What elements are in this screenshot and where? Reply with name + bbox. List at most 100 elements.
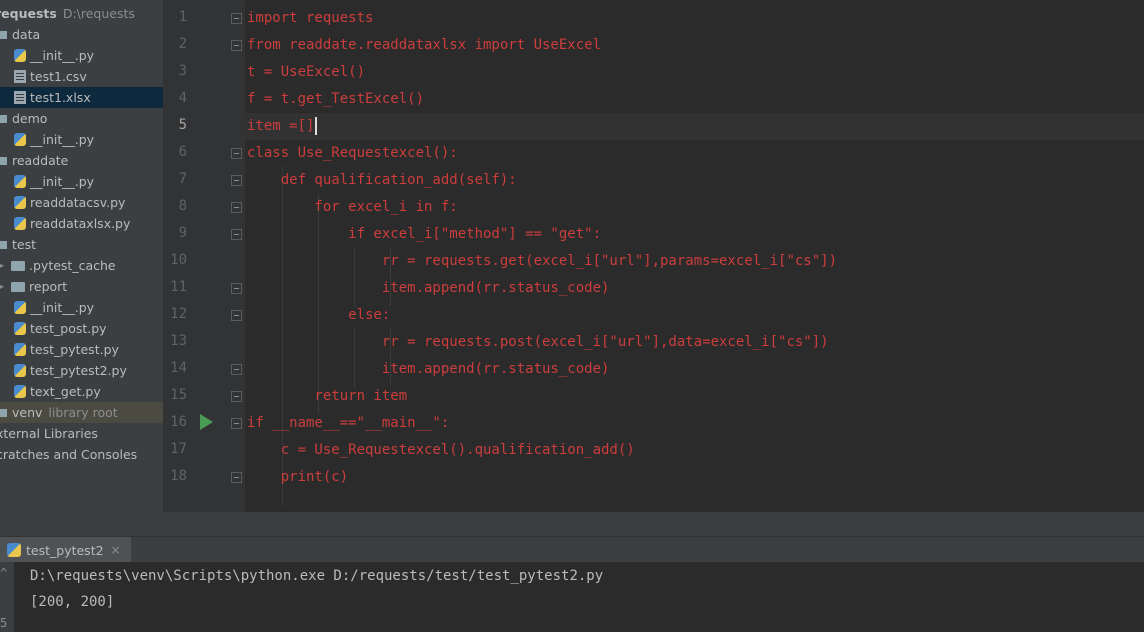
tree-item-label: readdatacsv.py — [30, 195, 126, 210]
tree-item-label: __init__.py — [30, 174, 95, 189]
tree-item[interactable]: __init__.py — [0, 45, 163, 66]
fold-marker-icon[interactable] — [231, 418, 242, 429]
fold-marker-icon[interactable] — [231, 13, 242, 24]
python-file-icon — [14, 49, 26, 62]
tree-item[interactable]: readdatacsv.py — [0, 192, 163, 213]
scroll-up-icon[interactable]: ^ — [0, 566, 7, 580]
tree-item[interactable]: data — [0, 24, 163, 45]
tree-item[interactable]: test1.xlsx — [0, 87, 163, 108]
tree-item[interactable]: xternal Libraries — [0, 423, 163, 444]
fold-marker-icon[interactable] — [231, 148, 242, 159]
tree-item-label: test1.xlsx — [30, 90, 91, 105]
expand-arrow-icon[interactable]: ▸ — [0, 282, 4, 291]
code-line[interactable]: f = t.get_TestExcel() — [247, 86, 424, 113]
code-line[interactable]: else: — [247, 302, 390, 329]
code-line[interactable]: item.append(rr.status_code) — [247, 275, 610, 302]
fold-marker-icon[interactable] — [231, 391, 242, 402]
run-gutter-icon[interactable] — [200, 414, 213, 430]
fold-marker-icon[interactable] — [231, 229, 242, 240]
line-number: 13 — [170, 333, 187, 349]
tree-item[interactable]: test_pytest2.py — [0, 360, 163, 381]
python-file-icon — [14, 301, 26, 314]
project-root[interactable]: requests D:\requests — [0, 3, 163, 24]
tree-item[interactable]: demo — [0, 108, 163, 129]
code-line[interactable]: def qualification_add(self): — [247, 167, 517, 194]
run-tab-label: test_pytest2 — [26, 542, 104, 558]
line-number: 12 — [170, 306, 187, 322]
code-line[interactable]: from readdate.readdataxlsx import UseExc… — [247, 32, 601, 59]
code-line[interactable]: print(c) — [247, 464, 348, 491]
code-line[interactable]: if excel_i["method"] == "get": — [247, 221, 601, 248]
code-line[interactable]: t = UseExcel() — [247, 59, 365, 86]
line-number: 7 — [178, 171, 187, 187]
line-number: 5 — [178, 117, 187, 133]
tree-item[interactable]: venv library root — [0, 402, 163, 423]
tree-item-note: library root — [48, 405, 118, 420]
run-tab-test-pytest2[interactable]: test_pytest2 × — [0, 537, 131, 563]
tree-item[interactable]: test_pytest.py — [0, 339, 163, 360]
tree-item[interactable]: test_post.py — [0, 318, 163, 339]
python-file-icon — [14, 364, 26, 377]
folder-icon — [0, 30, 7, 39]
code-line[interactable]: item.append(rr.status_code) — [247, 356, 610, 383]
python-file-icon — [14, 322, 26, 335]
tree-item-label: venv — [12, 405, 43, 420]
code-line[interactable]: c = Use_Requestexcel().qualification_add… — [247, 437, 635, 464]
line-number: 10 — [170, 252, 187, 268]
close-icon[interactable]: × — [111, 543, 121, 557]
tree-item[interactable]: __init__.py — [0, 171, 163, 192]
tree-item-label: __init__.py — [30, 300, 95, 315]
line-number: 18 — [170, 468, 187, 484]
line-number: 9 — [178, 225, 187, 241]
expand-arrow-icon[interactable]: ▸ — [0, 261, 4, 270]
fold-marker-icon[interactable] — [231, 40, 242, 51]
tree-item[interactable]: ▸ report — [0, 276, 163, 297]
python-file-icon — [14, 217, 26, 230]
code-line[interactable]: item =[] — [247, 113, 314, 140]
fold-marker-icon[interactable] — [231, 202, 242, 213]
tree-item[interactable]: readdataxlsx.py — [0, 213, 163, 234]
fold-marker-icon[interactable] — [231, 175, 242, 186]
tree-item-label: readdataxlsx.py — [30, 216, 131, 231]
text-caret — [315, 117, 317, 135]
code-line[interactable]: return item — [247, 383, 407, 410]
tree-item[interactable]: __init__.py — [0, 297, 163, 318]
fold-marker-icon[interactable] — [231, 364, 242, 375]
tree-item-label: text_get.py — [30, 384, 101, 399]
tree-item-label: readdate — [12, 153, 69, 168]
project-root-name: requests — [0, 6, 57, 21]
fold-marker-icon[interactable] — [231, 283, 242, 294]
code-line[interactable]: rr = requests.get(excel_i["url"],params=… — [247, 248, 837, 275]
tree-item[interactable]: __init__.py — [0, 129, 163, 150]
tree-item[interactable]: text_get.py — [0, 381, 163, 402]
tree-item[interactable]: cratches and Consoles — [0, 444, 163, 465]
tree-item[interactable]: ▸ .pytest_cache — [0, 255, 163, 276]
tree-item[interactable]: readdate — [0, 150, 163, 171]
tree-item[interactable]: test — [0, 234, 163, 255]
code-line[interactable]: rr = requests.post(excel_i["url"],data=e… — [247, 329, 829, 356]
tree-item-label: cratches and Consoles — [0, 447, 138, 462]
line-number: 14 — [170, 360, 187, 376]
code-line[interactable]: if __name__=="__main__": — [247, 410, 449, 437]
code-editor[interactable]: import requests from readdate.readdataxls… — [245, 0, 1144, 512]
folder-icon — [0, 240, 7, 249]
code-line[interactable]: import requests — [247, 5, 373, 32]
tree-item-label: demo — [12, 111, 48, 126]
python-file-icon — [14, 343, 26, 356]
tree-item-label: test_pytest2.py — [30, 363, 127, 378]
tree-item-label: xternal Libraries — [0, 426, 98, 441]
line-number: 3 — [178, 63, 187, 79]
tree-item-label: __init__.py — [30, 132, 95, 147]
code-line[interactable]: for excel_i in f: — [247, 194, 457, 221]
console-side-mark: 5 — [0, 616, 8, 630]
line-number: 6 — [178, 144, 187, 160]
tree-item[interactable]: test1.csv — [0, 66, 163, 87]
fold-marker-icon[interactable] — [231, 472, 242, 483]
run-console[interactable]: ^ 5 D:\requests\venv\Scripts\python.exe … — [0, 562, 1144, 632]
project-root-path: D:\requests — [62, 6, 135, 21]
folder-icon — [0, 114, 7, 123]
fold-marker-icon[interactable] — [231, 310, 242, 321]
code-line[interactable]: class Use_Requestexcel(): — [247, 140, 458, 167]
python-file-icon — [7, 543, 21, 557]
tree-item-label: test_post.py — [30, 321, 107, 336]
